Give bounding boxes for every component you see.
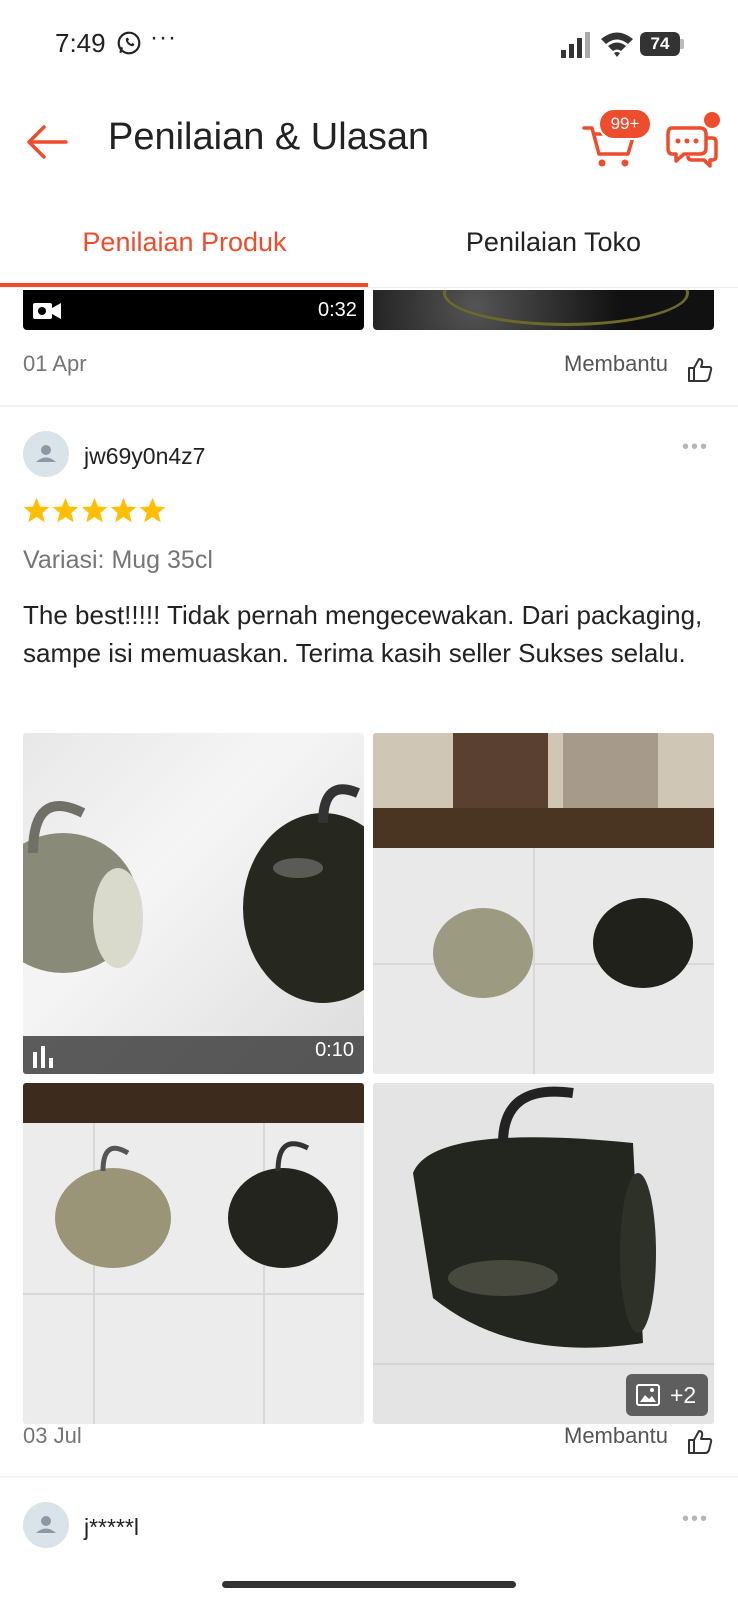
thumbs-up-icon[interactable] [686, 1428, 714, 1456]
video-duration: 0:10 [315, 1039, 354, 1061]
more-options-icon[interactable]: ••• [682, 1508, 709, 1531]
status-overflow-dots: ··· [150, 24, 177, 51]
volume-bars-icon [33, 1046, 53, 1068]
back-arrow-icon[interactable] [22, 118, 72, 168]
status-bar: 7:49 ··· 74 [0, 0, 738, 90]
review-separator [0, 1476, 738, 1478]
battery-tip [680, 39, 684, 49]
wifi-icon [601, 32, 633, 57]
battery-level: 74 [640, 32, 680, 56]
battery-icon: 74 [640, 32, 684, 56]
star-icon [81, 497, 108, 523]
previous-helpful-label[interactable]: Membantu [564, 351, 668, 377]
star-icon [23, 497, 50, 523]
avatar[interactable] [23, 1502, 69, 1548]
star-rating [22, 496, 167, 526]
previous-video-duration: 0:32 [318, 299, 357, 321]
review-separator [0, 405, 738, 407]
chat-notification-dot [704, 112, 720, 128]
review-tabs: Penilaian Produk Penilaian Toko [0, 200, 738, 292]
status-time: 7:49 [55, 28, 106, 58]
mug-photo-graphic [373, 1086, 714, 1365]
thumbs-up-icon[interactable] [686, 356, 714, 384]
video-camera-icon [33, 303, 61, 319]
review-video[interactable]: 0:10 [23, 733, 364, 1074]
tabs-divider [0, 287, 738, 288]
user-icon [36, 1516, 56, 1533]
review-text: The best!!!!! Tidak pernah mengecewakan.… [23, 600, 703, 668]
mug-photo-graphic [373, 733, 714, 1074]
star-icon [52, 497, 79, 523]
tab-shop-reviews[interactable]: Penilaian Toko [369, 200, 738, 290]
review-photo-1[interactable] [373, 733, 714, 1074]
previous-review-video[interactable] [23, 290, 364, 330]
star-icon [110, 497, 137, 523]
previous-review-date: 01 Apr [23, 351, 87, 376]
reviewer-username[interactable]: jw69y0n4z7 [84, 443, 205, 470]
gallery-icon [636, 1384, 660, 1406]
user-icon [36, 445, 56, 462]
whatsapp-icon [117, 31, 141, 55]
mug-photo-graphic [23, 1083, 364, 1424]
avatar[interactable] [23, 431, 69, 477]
cart-count-badge: 99+ [598, 108, 652, 140]
video-progress-bar [23, 1036, 364, 1074]
previous-review-image[interactable] [373, 290, 714, 330]
star-icon [139, 497, 166, 523]
signal-icon [561, 32, 590, 58]
review-photo-2[interactable] [23, 1083, 364, 1424]
tab-product-reviews[interactable]: Penilaian Produk [0, 200, 369, 290]
review-date: 03 Jul [23, 1423, 82, 1448]
more-options-icon[interactable]: ••• [682, 436, 709, 459]
home-indicator[interactable] [222, 1581, 516, 1588]
page-title: Penilaian & Ulasan [108, 116, 430, 158]
variant-label: Variasi: Mug 35cl [23, 546, 213, 574]
helpful-label[interactable]: Membantu [564, 1423, 668, 1449]
mug-photo-graphic [23, 784, 364, 1003]
next-reviewer-username[interactable]: j*****l [84, 1514, 139, 1541]
review-photo-3[interactable]: +2 [373, 1083, 714, 1424]
